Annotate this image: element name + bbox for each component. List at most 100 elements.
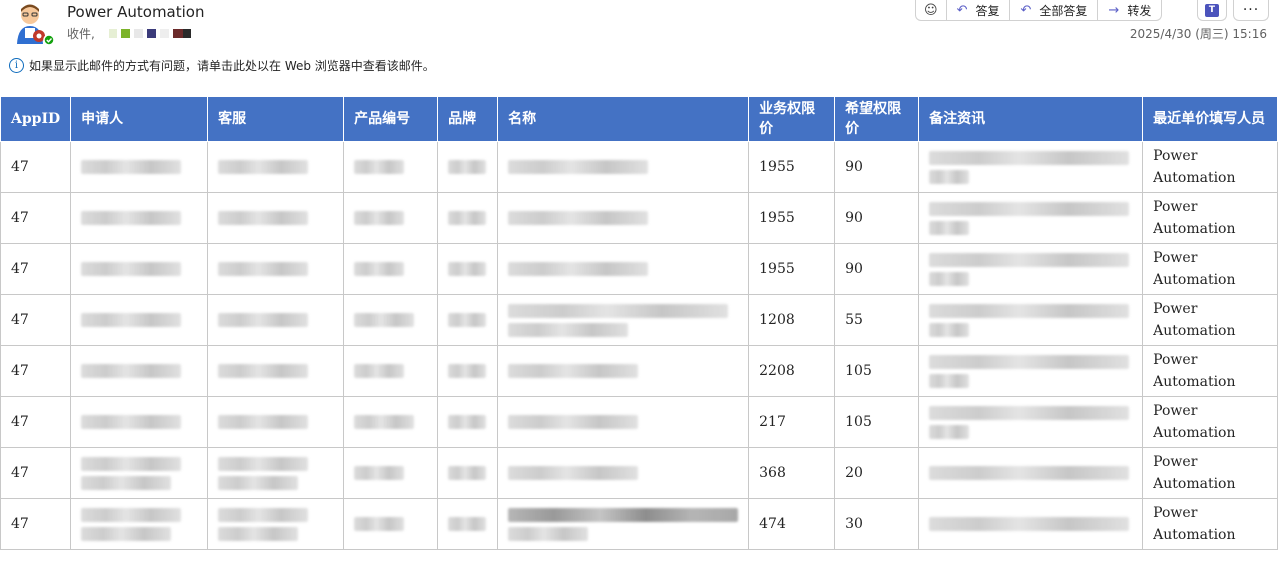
redacted-text: [81, 364, 182, 378]
info-message[interactable]: 如果显示此邮件的方式有问题，请单击此处以在 Web 浏览器中查看该邮件。: [29, 57, 435, 74]
redacted-text: [81, 526, 172, 541]
info-bar[interactable]: i 如果显示此邮件的方式有问题，请单击此处以在 Web 浏览器中查看该邮件。: [9, 57, 435, 74]
redacted-text: [929, 424, 970, 439]
cell-service: [207, 345, 345, 397]
header-appid: AppID: [0, 96, 72, 142]
cell-last-filler: Power Automation: [1142, 345, 1279, 397]
forward-icon: →: [1108, 2, 1120, 18]
cell-last-filler: Power Automation: [1142, 294, 1279, 346]
redacted-recipient: [108, 29, 117, 38]
cell-product-code: [343, 141, 439, 193]
cell-applicant: [70, 141, 209, 193]
cell-appid: 47: [0, 243, 72, 295]
table-header-row: AppID 申请人 客服 产品编号 品牌 名称 业务权限价 希望权限价 备注资讯…: [0, 96, 1279, 142]
redacted-text: [218, 160, 309, 174]
header-biz-price: 业务权限价: [748, 96, 836, 142]
teams-share-button[interactable]: T: [1197, 0, 1227, 21]
redacted-text: [929, 271, 970, 286]
react-button[interactable]: ☺: [916, 0, 947, 20]
redacted-text: [929, 466, 1130, 480]
redacted-text: [81, 456, 182, 471]
redacted-text: [218, 475, 299, 490]
cell-product-code: [343, 243, 439, 295]
cell-biz-price: 1208: [748, 294, 836, 346]
cell-product-code: [343, 192, 439, 244]
cell-service: [207, 243, 345, 295]
redacted-text: [508, 262, 649, 276]
redacted-text: [508, 211, 649, 225]
cell-biz-price: 217: [748, 396, 836, 448]
cell-service: [207, 396, 345, 448]
table-row: 47 368 20 Power Automation: [0, 447, 1279, 499]
redacted-text: [354, 313, 415, 327]
to-label: 收件,: [67, 27, 95, 41]
teams-icon: T: [1205, 3, 1219, 17]
redacted-text: [448, 160, 487, 174]
cell-applicant: [70, 294, 209, 346]
cell-applicant: [70, 345, 209, 397]
redacted-text: [448, 262, 487, 276]
redacted-text: [929, 322, 970, 337]
reply-icon: ↶: [956, 2, 968, 18]
redacted-text: [508, 526, 589, 541]
header-product-code: 产品编号: [343, 96, 439, 142]
cell-name: [497, 192, 750, 244]
redacted-text: [81, 475, 172, 490]
table-row: 47 217 105 Power Automation: [0, 396, 1279, 448]
cell-name: [497, 447, 750, 499]
cell-remarks: [918, 447, 1144, 499]
redacted-text: [508, 466, 639, 480]
reply-all-button[interactable]: ↶ 全部答复: [1010, 0, 1099, 20]
cell-name: [497, 243, 750, 295]
cell-last-filler: Power Automation: [1142, 396, 1279, 448]
header-hope-price: 希望权限价: [834, 96, 920, 142]
sender-name[interactable]: Power Automation: [67, 3, 204, 21]
redacted-text: [81, 313, 182, 327]
cell-remarks: [918, 141, 1144, 193]
cell-product-code: [343, 294, 439, 346]
forward-button[interactable]: → 转发: [1098, 0, 1161, 20]
redacted-recipient: [182, 29, 191, 38]
redacted-text: [508, 507, 739, 522]
cell-hope-price: 20: [834, 447, 920, 499]
cell-applicant: [70, 243, 209, 295]
cell-applicant: [70, 447, 209, 499]
redacted-text: [81, 160, 182, 174]
redacted-text: [448, 517, 487, 531]
message-actions-toolbar: ☺ ↶ 答复 ↶ 全部答复 → 转发: [915, 0, 1163, 21]
redacted-text: [218, 211, 309, 225]
redacted-text: [81, 262, 182, 276]
reply-button[interactable]: ↶ 答复: [947, 0, 1011, 20]
sender-avatar[interactable]: [10, 2, 56, 46]
table-row: 47 2208 105 Power Automation: [0, 345, 1279, 397]
cell-hope-price: 90: [834, 243, 920, 295]
cell-last-filler: Power Automation: [1142, 447, 1279, 499]
cell-hope-price: 105: [834, 396, 920, 448]
more-icon: ···: [1242, 2, 1260, 18]
cell-name: [497, 345, 750, 397]
redacted-text: [929, 252, 1130, 267]
cell-biz-price: 368: [748, 447, 836, 499]
redacted-text: [218, 364, 309, 378]
cell-product-code: [343, 345, 439, 397]
header-name: 名称: [497, 96, 750, 142]
cell-appid: 47: [0, 396, 72, 448]
cell-biz-price: 1955: [748, 141, 836, 193]
cell-remarks: [918, 345, 1144, 397]
redacted-text: [508, 322, 629, 337]
cell-brand: [437, 294, 499, 346]
redacted-text: [81, 507, 182, 522]
table-row: 47 1955 90 Power Automation: [0, 243, 1279, 295]
cell-service: [207, 294, 345, 346]
cell-name: [497, 498, 750, 550]
cell-remarks: [918, 243, 1144, 295]
redacted-text: [448, 211, 487, 225]
cell-biz-price: 474: [748, 498, 836, 550]
reply-all-label: 全部答复: [1039, 3, 1088, 18]
redacted-text: [929, 517, 1130, 531]
redacted-text: [929, 169, 970, 184]
more-actions-button[interactable]: ···: [1233, 0, 1269, 21]
cell-hope-price: 55: [834, 294, 920, 346]
recipient-line: 收件,: [67, 25, 191, 42]
cell-last-filler: Power Automation: [1142, 498, 1279, 550]
